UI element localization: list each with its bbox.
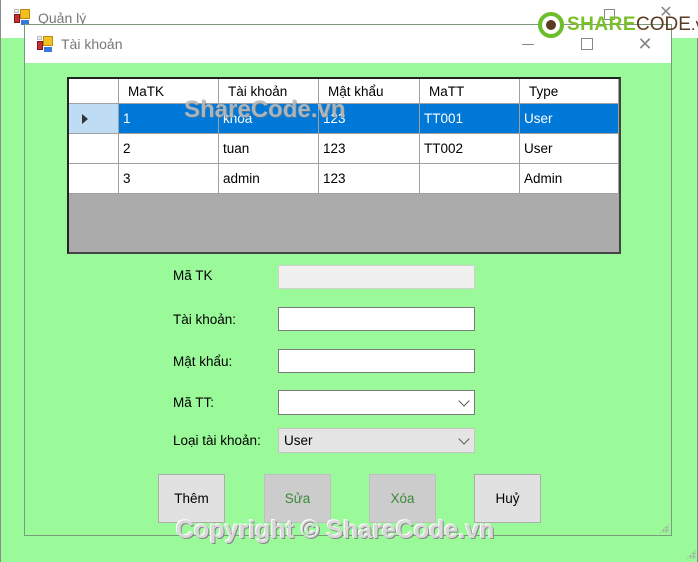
matt-label: Mã TT: [173, 395, 215, 410]
cell-matt[interactable] [420, 164, 520, 194]
app-forms-icon [37, 36, 53, 52]
matkhau-field[interactable] [278, 349, 475, 373]
watermark-copyright: Copyright © ShareCode.vn [176, 516, 495, 544]
current-row-arrow-icon [81, 113, 88, 124]
cell-matkhau[interactable]: 123 [319, 164, 420, 194]
logo-share-text: SHARE [567, 14, 637, 35]
cell-type[interactable]: Admin [520, 164, 619, 194]
account-window: Tài khoản ✕ MaTK Tài khoản Mật khẩu MaTT… [24, 24, 672, 536]
column-header-type[interactable]: Type [520, 79, 619, 104]
grid-corner[interactable] [69, 79, 119, 104]
logo-vn-text: .vn [690, 15, 698, 34]
minimize-icon [522, 44, 534, 45]
sharecode-logo-icon [538, 12, 564, 38]
chevron-down-icon [458, 433, 470, 445]
app-forms-icon [14, 9, 30, 25]
cell-matkhau[interactable]: 123 [319, 134, 420, 164]
resize-grip-icon[interactable] [659, 523, 669, 533]
cell-taikhoan[interactable]: admin [219, 164, 319, 194]
column-header-matt[interactable]: MaTT [420, 79, 520, 104]
taikhoan-field[interactable] [278, 307, 475, 331]
watermark-middle: ShareCode.vn [184, 96, 346, 123]
cell-matk[interactable]: 3 [119, 164, 219, 194]
chevron-down-icon [458, 395, 470, 407]
cell-matk[interactable]: 2 [119, 134, 219, 164]
row-header[interactable] [69, 104, 119, 134]
cell-type[interactable]: User [520, 104, 619, 134]
row-header[interactable] [69, 134, 119, 164]
cell-type[interactable]: User [520, 134, 619, 164]
table-row[interactable]: 2 tuan 123 TT002 User [69, 134, 619, 164]
taikhoan-label: Tài khoản: [173, 312, 237, 327]
matt-select[interactable] [278, 390, 475, 415]
outer-window: Quản lý ✕ Tài khoản ✕ MaTK Tài khoản Mật… [0, 0, 698, 562]
loaitk-label: Loại tài khoản: [173, 433, 261, 448]
child-window-title: Tài khoản [61, 36, 123, 52]
sharecode-logo: SHARE CODE .vn [538, 10, 698, 40]
row-header[interactable] [69, 164, 119, 194]
cell-taikhoan[interactable]: tuan [219, 134, 319, 164]
cell-matt[interactable]: TT002 [420, 134, 520, 164]
matkhau-label: Mật khẩu: [173, 354, 233, 369]
minimize-button[interactable] [516, 33, 540, 55]
logo-code-text: CODE [636, 14, 691, 35]
outer-resize-grip-icon[interactable] [686, 549, 696, 559]
matk-field[interactable] [278, 265, 475, 289]
table-row[interactable]: 3 admin 123 Admin [69, 164, 619, 194]
matk-label: Mã TK [173, 268, 213, 283]
loaitk-select-value: User [284, 433, 313, 448]
loaitk-select[interactable]: User [278, 428, 475, 453]
cell-matt[interactable]: TT001 [420, 104, 520, 134]
